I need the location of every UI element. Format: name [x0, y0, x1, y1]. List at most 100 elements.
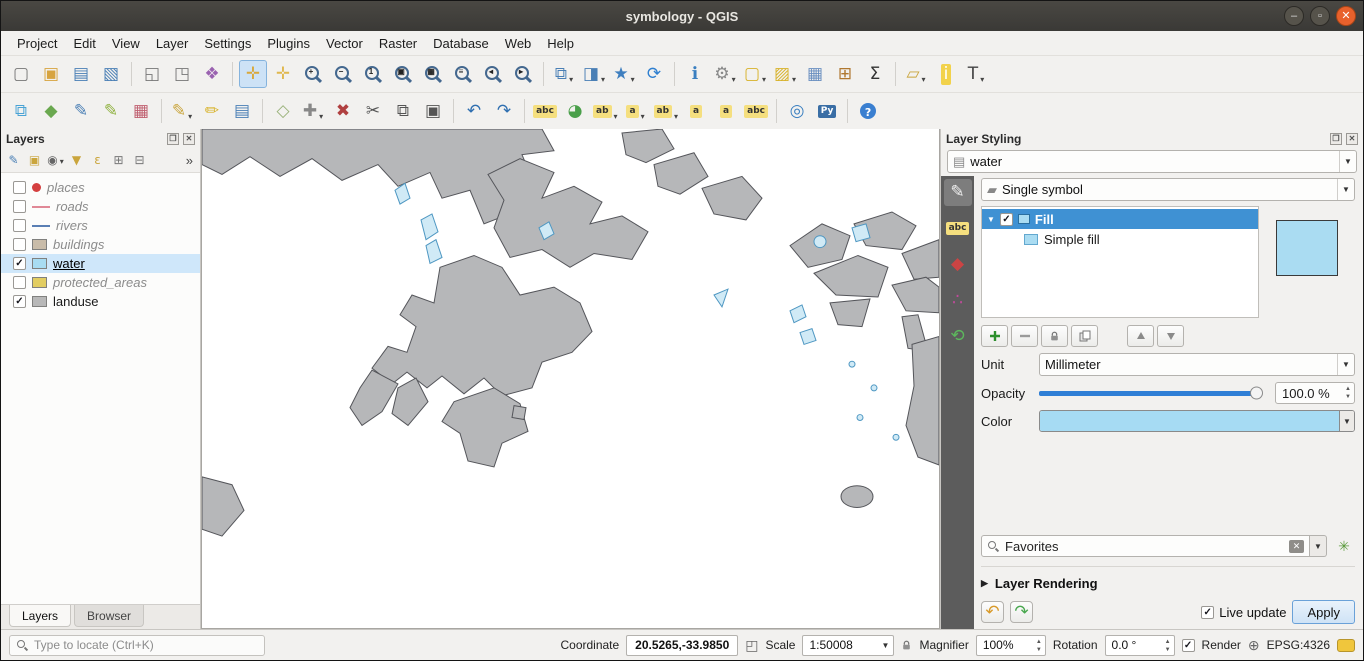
tree-item-simple-fill[interactable]: Simple fill — [982, 229, 1258, 250]
locate-input[interactable]: Type to locate (Ctrl+K) — [9, 635, 265, 656]
dropdown-arrow-icon[interactable]: ▾ — [641, 112, 645, 121]
layer-labeling-button[interactable]: abc — [531, 97, 559, 125]
spinner-arrows-icon[interactable]: ▲▼ — [1036, 638, 1042, 654]
live-update-control[interactable]: Live update — [1201, 605, 1286, 620]
render-checkbox[interactable] — [1182, 639, 1195, 652]
menu-raster[interactable]: Raster — [371, 33, 425, 54]
manage-map-themes-button[interactable]: ◉▾ — [45, 150, 66, 170]
zoom-full-button[interactable]: ▣ — [389, 60, 417, 88]
identify-features-button[interactable]: ℹ — [681, 60, 709, 88]
pin-unpin-labels-button[interactable]: a▾ — [622, 97, 650, 125]
expand-all-button[interactable]: ⊞ — [108, 150, 129, 170]
menu-project[interactable]: Project — [9, 33, 65, 54]
save-layer-edits-button[interactable]: ▤ — [228, 97, 256, 125]
map-canvas[interactable] — [201, 129, 940, 629]
zoom-native-button[interactable]: 1 — [359, 60, 387, 88]
open-attribute-table-button[interactable]: ▦ — [801, 60, 829, 88]
symbology-tab[interactable]: ✎ — [944, 179, 972, 206]
layer-row-buildings[interactable]: buildings — [1, 235, 200, 254]
deselect-features-button[interactable]: ▨▾ — [771, 60, 799, 88]
python-console-button[interactable]: Py — [813, 97, 841, 125]
live-update-checkbox[interactable] — [1201, 606, 1214, 619]
spinner-arrows-icon[interactable]: ▲▼ — [1345, 385, 1351, 401]
statistical-summary-button[interactable]: Σ — [861, 60, 889, 88]
layer-row-rivers[interactable]: rivers — [1, 216, 200, 235]
layer-checkbox[interactable] — [13, 200, 26, 213]
fill-checkbox[interactable] — [1000, 213, 1013, 226]
layer-checkbox[interactable] — [13, 181, 26, 194]
add-group-button[interactable]: ▣ — [24, 150, 45, 170]
tree-item-fill[interactable]: ▼ Fill — [982, 209, 1258, 229]
new-print-layout-button[interactable]: ◱ — [138, 60, 166, 88]
zoom-to-selection-button[interactable]: ▦ — [419, 60, 447, 88]
tab-browser[interactable]: Browser — [74, 605, 144, 627]
move-label-button[interactable]: a — [682, 97, 710, 125]
menu-settings[interactable]: Settings — [196, 33, 259, 54]
menu-web[interactable]: Web — [497, 33, 540, 54]
add-symbol-layer-button[interactable] — [981, 325, 1008, 347]
close-icon[interactable]: ✕ — [183, 133, 195, 145]
text-annotation-button[interactable]: T▾ — [962, 60, 990, 88]
open-project-button[interactable]: ▣ — [37, 60, 65, 88]
dropdown-arrow-icon[interactable]: ▾ — [569, 75, 573, 84]
highlight-pinned-labels-button[interactable]: ab▾ — [591, 97, 620, 125]
measure-button[interactable]: ▱▾ — [902, 60, 930, 88]
undo-button[interactable]: ↶ — [460, 97, 488, 125]
dropdown-arrow-icon[interactable]: ▾ — [674, 112, 678, 121]
new-geopackage-layer-button[interactable]: ◆ — [37, 97, 65, 125]
collapsed-arrow-icon[interactable]: ▶ — [981, 578, 988, 589]
lock-scale-icon[interactable] — [901, 640, 912, 651]
layer-checkbox[interactable] — [13, 295, 26, 308]
undock-icon[interactable]: ❐ — [167, 133, 179, 145]
toggle-editing-button[interactable]: ✏ — [198, 97, 226, 125]
layer-row-water[interactable]: water — [1, 254, 200, 273]
chevron-down-icon[interactable]: ▼ — [1339, 151, 1356, 172]
coordinate-input[interactable]: 20.5265,-33.9850 — [626, 635, 738, 656]
pan-map-button[interactable]: ✛ — [239, 60, 267, 88]
dropdown-arrow-icon[interactable]: ▾ — [60, 157, 64, 166]
extent-toggle-icon[interactable]: ◰ — [745, 637, 758, 654]
remove-symbol-layer-button[interactable] — [1011, 325, 1038, 347]
clear-icon[interactable]: ✕ — [1289, 540, 1304, 553]
move-symbol-down-button[interactable] — [1157, 325, 1184, 347]
color-button[interactable]: ▼ — [1039, 410, 1355, 432]
expand-arrow-icon[interactable]: ▼ — [987, 215, 995, 224]
chevron-down-icon[interactable]: ▼ — [1339, 411, 1354, 431]
style-manager-button[interactable]: ❖ — [198, 60, 226, 88]
menu-edit[interactable]: Edit — [65, 33, 103, 54]
close-button[interactable]: ✕ — [1336, 6, 1356, 26]
save-project-as-button[interactable]: ▧ — [97, 60, 125, 88]
layer-row-places[interactable]: places — [1, 178, 200, 197]
show-hide-labels-button[interactable]: ab▾ — [652, 97, 681, 125]
crs-icon[interactable]: ⊕ — [1248, 637, 1260, 654]
zoom-in-button[interactable]: + — [299, 60, 327, 88]
layer-rendering-section[interactable]: ▶ Layer Rendering — [981, 576, 1355, 591]
delete-selected-button[interactable]: ✖ — [329, 97, 357, 125]
dropdown-arrow-icon[interactable]: ▾ — [732, 75, 736, 84]
filter-by-expression-button[interactable]: ε — [87, 150, 108, 170]
duplicate-symbol-layer-button[interactable] — [1071, 325, 1098, 347]
layer-checkbox[interactable] — [13, 219, 26, 232]
chevron-down-icon[interactable]: ▼ — [882, 641, 890, 650]
3d-view-tab[interactable]: ◆ — [944, 251, 972, 278]
messages-icon[interactable] — [1337, 639, 1355, 652]
close-icon[interactable]: ✕ — [1346, 133, 1358, 145]
menu-vector[interactable]: Vector — [318, 33, 371, 54]
help-contents-button[interactable]: ? — [854, 97, 882, 125]
rotation-spinbox[interactable]: 0.0 ° ▲▼ — [1105, 635, 1175, 656]
metasearch-button[interactable]: ◎ — [783, 97, 811, 125]
zoom-last-button[interactable]: ◂ — [479, 60, 507, 88]
apply-button[interactable]: Apply — [1292, 600, 1355, 624]
panel-overflow-icon[interactable]: » — [186, 153, 198, 168]
layer-checkbox[interactable] — [13, 238, 26, 251]
new-shapefile-layer-button[interactable]: ✎ — [67, 97, 95, 125]
menu-layer[interactable]: Layer — [148, 33, 197, 54]
collapse-all-button[interactable]: ⊟ — [129, 150, 150, 170]
layer-row-protected_areas[interactable]: protected_areas — [1, 273, 200, 292]
symbol-type-combobox[interactable]: ▰ Single symbol ▼ — [981, 178, 1355, 201]
filter-legend-button[interactable]: ▼ — [66, 150, 87, 170]
dropdown-arrow-icon[interactable]: ▾ — [601, 75, 605, 84]
cut-features-button[interactable]: ✂ — [359, 97, 387, 125]
opacity-spinbox[interactable]: 100.0 % ▲▼ — [1275, 382, 1355, 404]
labels-tab[interactable]: abc — [944, 215, 972, 242]
